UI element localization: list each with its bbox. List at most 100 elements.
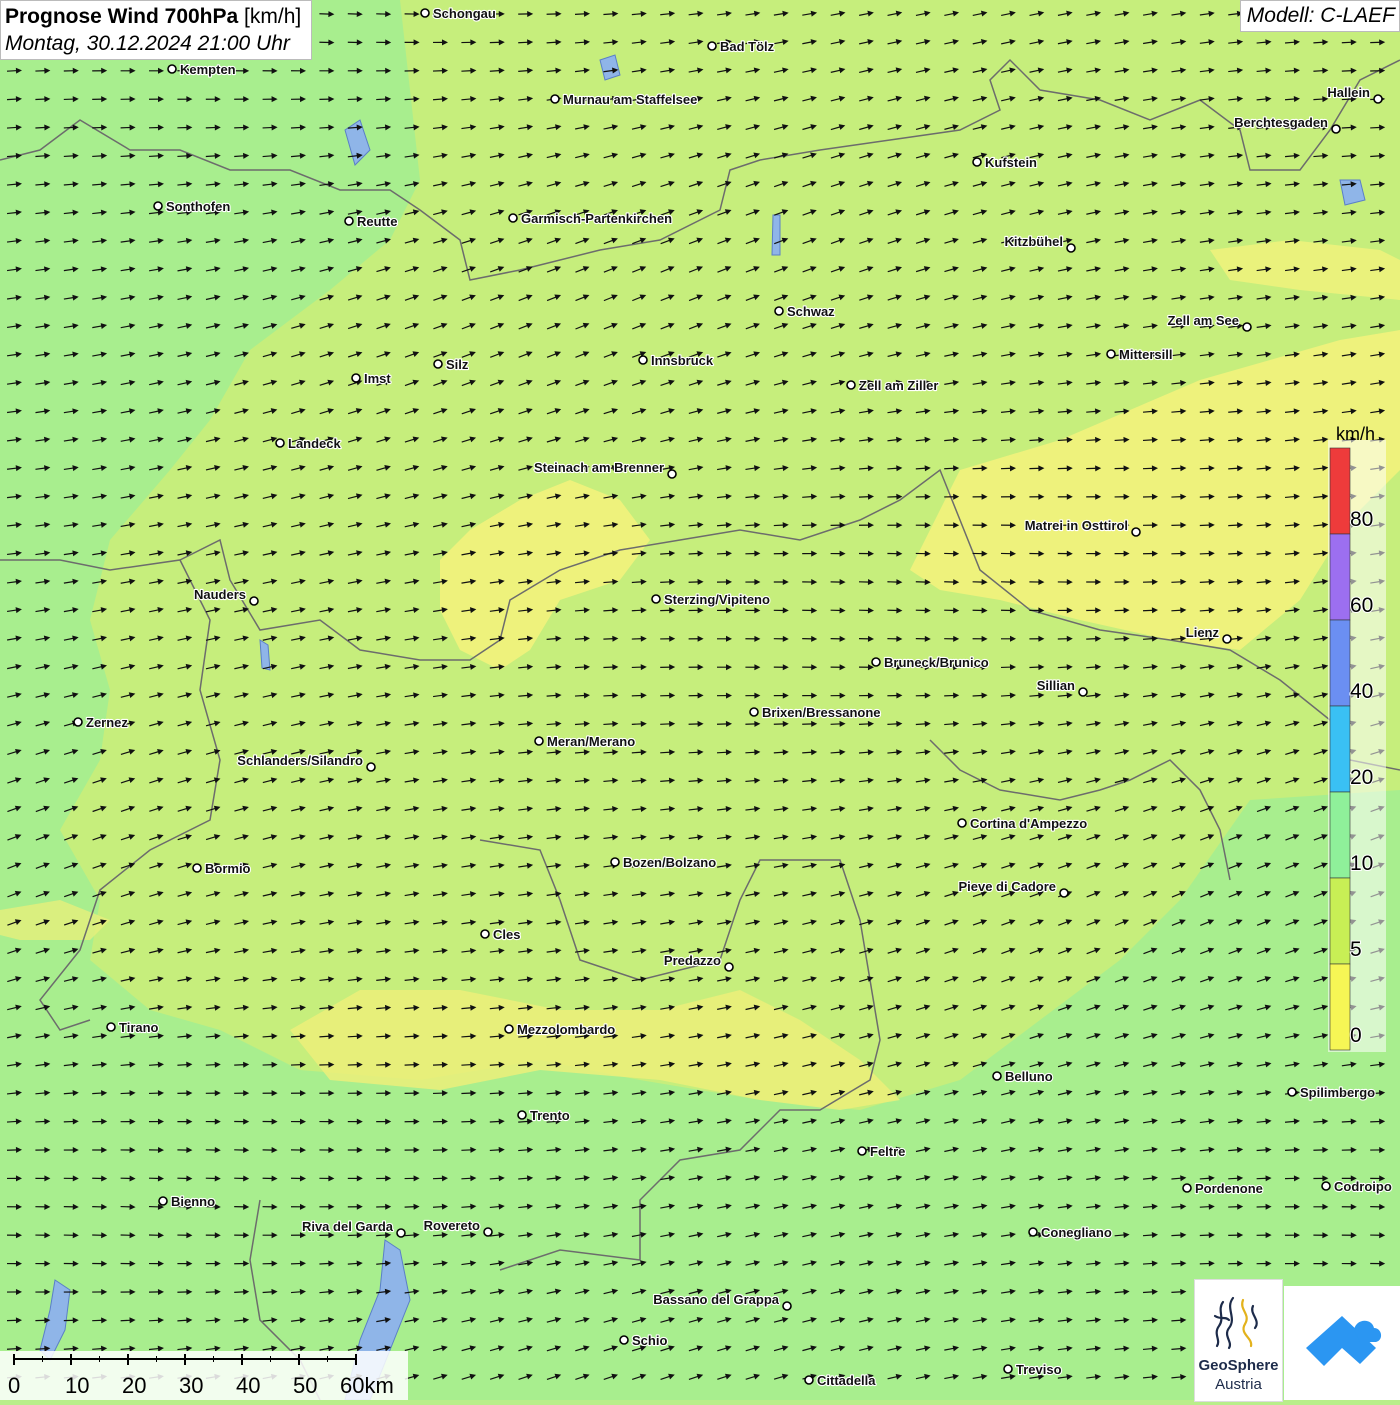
city-dot — [1060, 889, 1068, 897]
city-marker[interactable]: Schongau — [421, 6, 496, 21]
scale-label: 20 — [122, 1373, 146, 1398]
city-dot — [1067, 244, 1075, 252]
map-title: Prognose Wind 700hPa [km/h] — [5, 3, 301, 30]
city-dot — [535, 737, 543, 745]
legend-label: 5 — [1350, 938, 1362, 961]
city-label: Predazzo — [664, 953, 721, 968]
city-dot — [518, 1111, 526, 1119]
city-label: Schongau — [433, 6, 496, 21]
city-marker[interactable]: Conegliano — [1029, 1225, 1112, 1240]
city-marker[interactable]: Murnau am Staffelsee — [551, 92, 697, 107]
city-label: Kufstein — [985, 155, 1037, 170]
cloud-arrow-icon — [1284, 1286, 1400, 1400]
city-dot — [993, 1072, 1001, 1080]
legend-swatch — [1330, 878, 1350, 964]
legend-swatch — [1330, 534, 1350, 620]
city-dot — [481, 930, 489, 938]
model-label: Modell: C-LAEF — [1240, 0, 1400, 32]
city-dot — [847, 381, 855, 389]
city-label: Treviso — [1016, 1362, 1062, 1377]
city-label: Steinach am Brenner — [534, 460, 664, 475]
city-label: Nauders — [194, 587, 246, 602]
city-label: Bassano del Grappa — [653, 1292, 779, 1307]
city-dot — [1079, 688, 1087, 696]
city-label: Sterzing/Vipiteno — [664, 592, 770, 607]
city-dot — [421, 9, 429, 17]
city-dot — [652, 595, 660, 603]
wind-map[interactable]: SchongauBad TölzKemptenMurnau am Staffel… — [0, 0, 1400, 1400]
city-label: Riva del Garda — [302, 1219, 394, 1234]
city-label: Reutte — [357, 214, 397, 229]
city-label: Spilimbergo — [1300, 1085, 1375, 1100]
scale-label: 50 — [293, 1373, 317, 1398]
legend-colorbar: 806040201050 — [1328, 440, 1386, 1052]
city-label: Zell am See — [1167, 313, 1239, 328]
city-label: Schwaz — [787, 304, 835, 319]
city-dot — [434, 360, 442, 368]
city-label: Sillian — [1037, 678, 1075, 693]
city-dot — [805, 1376, 813, 1384]
city-label: Codroipo — [1334, 1179, 1392, 1194]
city-label: Brixen/Bressanone — [762, 705, 881, 720]
city-dot — [1322, 1182, 1330, 1190]
city-dot — [668, 470, 676, 478]
city-dot — [367, 763, 375, 771]
city-label: Schlanders/Silandro — [237, 753, 363, 768]
city-label: Garmisch-Partenkirchen — [521, 211, 672, 226]
geosphere-logo[interactable]: GeoSphere Austria — [1194, 1279, 1283, 1402]
scale-label: 10 — [65, 1373, 89, 1398]
logo-name-line2: Austria — [1195, 1376, 1282, 1393]
city-dot — [276, 439, 284, 447]
city-marker[interactable]: Innsbruck — [639, 353, 714, 368]
city-dot — [505, 1025, 513, 1033]
map-title-bold: Prognose Wind 700hPa — [5, 5, 238, 28]
city-marker[interactable]: Sonthofen — [154, 199, 230, 214]
city-dot — [250, 597, 258, 605]
city-label: Bruneck/Brunico — [884, 655, 989, 670]
city-dot — [107, 1023, 115, 1031]
city-dot — [1332, 125, 1340, 133]
weather-app-logo[interactable] — [1284, 1286, 1400, 1400]
legend-label: 60 — [1350, 594, 1373, 617]
city-dot — [352, 374, 360, 382]
city-marker[interactable]: Garmisch-Partenkirchen — [509, 211, 672, 226]
city-dot — [484, 1228, 492, 1236]
city-label: Innsbruck — [651, 353, 714, 368]
city-marker[interactable]: Brixen/Bressanone — [750, 705, 881, 720]
city-label: Trento — [530, 1108, 570, 1123]
city-marker[interactable]: Cortina d'Ampezzo — [958, 816, 1087, 831]
legend-label: 40 — [1350, 680, 1373, 703]
city-dot — [397, 1229, 405, 1237]
city-marker[interactable]: Zell am Ziller — [847, 378, 938, 393]
legend-label: 0 — [1350, 1024, 1362, 1047]
city-label: Mittersill — [1119, 347, 1172, 362]
legend-label: 80 — [1350, 508, 1373, 531]
city-dot — [1183, 1184, 1191, 1192]
legend-label: 20 — [1350, 766, 1373, 789]
city-marker[interactable]: Meran/Merano — [535, 734, 635, 749]
city-label: Conegliano — [1041, 1225, 1112, 1240]
title-box: Prognose Wind 700hPa [km/h] Montag, 30.1… — [0, 0, 312, 60]
city-label: Silz — [446, 357, 469, 372]
city-dot — [159, 1197, 167, 1205]
city-label: Mezzolombardo — [517, 1022, 615, 1037]
city-label: Pieve di Cadore — [958, 879, 1056, 894]
city-marker[interactable]: Spilimbergo — [1288, 1085, 1375, 1100]
scale-label: 60km — [340, 1373, 394, 1398]
legend-unit: km/h — [1336, 424, 1375, 445]
city-dot — [1107, 350, 1115, 358]
scale-bar: 0102030405060km — [0, 1351, 408, 1400]
city-label: Bozen/Bolzano — [623, 855, 716, 870]
scale-bar-ticks: 0102030405060km — [8, 1354, 394, 1398]
city-dot — [551, 95, 559, 103]
legend-swatch — [1330, 964, 1350, 1050]
city-marker[interactable]: Sterzing/Vipiteno — [652, 592, 770, 607]
city-marker[interactable]: Pordenone — [1183, 1181, 1263, 1196]
city-label: Matrei in Osttirol — [1025, 518, 1128, 533]
map-subtitle: Montag, 30.12.2024 21:00 Uhr — [5, 30, 301, 57]
city-label: Zell am Ziller — [859, 378, 938, 393]
city-marker[interactable]: Bruneck/Brunico — [872, 655, 989, 670]
city-marker[interactable]: Bozen/Bolzano — [611, 855, 716, 870]
city-dot — [168, 65, 176, 73]
city-marker[interactable]: Mezzolombardo — [505, 1022, 615, 1037]
